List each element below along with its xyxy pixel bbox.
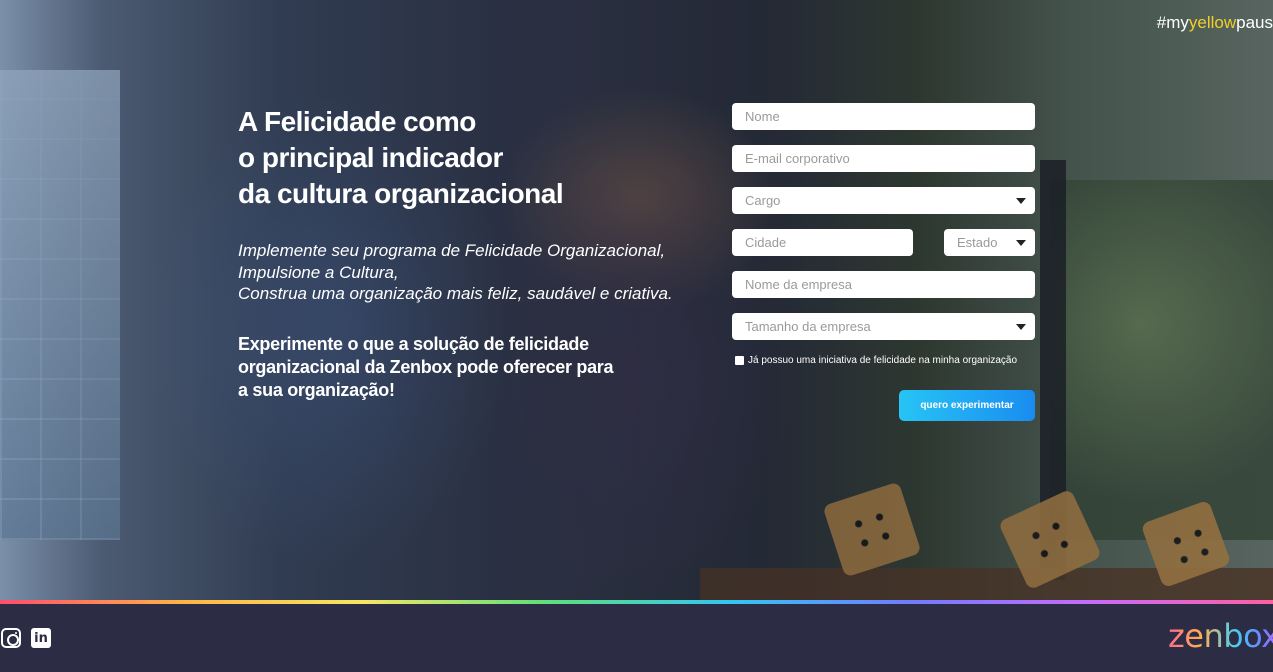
hashtag-text: #myyellowpaus <box>1157 13 1273 33</box>
subheadline: Implemente seu programa de Felicidade Or… <box>238 240 673 305</box>
headline-line: da cultura organizacional <box>238 178 564 209</box>
headline-line: A Felicidade como <box>238 106 476 137</box>
subheadline-line: Construa uma organização mais feliz, sau… <box>238 284 673 303</box>
initiative-checkbox-row[interactable]: Já possuo uma iniciativa de felicidade n… <box>735 355 1017 366</box>
cargo-select[interactable]: Cargo <box>732 187 1035 214</box>
state-select[interactable]: Estado <box>944 229 1035 256</box>
name-field[interactable]: Nome <box>732 103 1035 130</box>
page-title: A Felicidade como o principal indicador … <box>238 104 658 212</box>
city-field[interactable]: Cidade <box>732 229 913 256</box>
submit-button[interactable]: quero experimentar <box>899 390 1035 421</box>
initiative-checkbox-label: Já possuo uma iniciativa de felicidade n… <box>748 355 1018 366</box>
hashtag-prefix: #my <box>1156 13 1189 32</box>
linkedin-icon[interactable]: in <box>31 628 51 648</box>
subheadline-line: Implemente seu programa de Felicidade Or… <box>238 241 666 260</box>
hashtag-suffix: paus <box>1236 13 1273 32</box>
zenbox-logo: zenbox <box>1168 617 1273 655</box>
cta-text: Experimente o que a solução de felicidad… <box>238 334 614 400</box>
footer: in zenbox <box>0 604 1273 672</box>
company-name-field[interactable]: Nome da empresa <box>732 271 1035 298</box>
instagram-icon[interactable] <box>1 628 21 648</box>
hero-background: #myyellowpaus A Felicidade como o princi… <box>0 0 1273 601</box>
company-size-select[interactable]: Tamanho da empresa <box>732 313 1035 340</box>
headline-line: o principal indicador <box>238 142 503 173</box>
initiative-checkbox[interactable] <box>735 356 744 365</box>
hashtag-highlight: yellow <box>1188 13 1237 32</box>
subheadline-line: Impulsione a Cultura, <box>238 262 399 282</box>
email-field[interactable]: E-mail corporativo <box>732 145 1035 172</box>
